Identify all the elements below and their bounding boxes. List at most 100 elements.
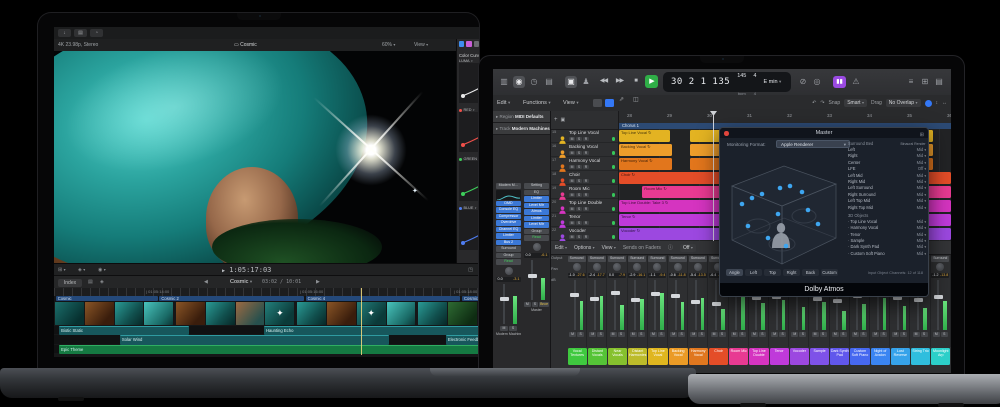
- channel-name-chip[interactable]: Harmony Vocal: [689, 348, 708, 365]
- solo-button[interactable]: S: [759, 332, 766, 337]
- add-track-button[interactable]: +: [554, 117, 558, 123]
- channel-name-chip[interactable]: Lost Reverse: [891, 348, 910, 365]
- lcd-display[interactable]: 30 2 1 135 145 bpm 4 4 E min ▾: [663, 72, 791, 92]
- input-monitor-dot[interactable]: [612, 137, 616, 141]
- m-button[interactable]: M: [569, 221, 575, 226]
- clip-thumbnail[interactable]: [206, 302, 235, 325]
- audio-clip[interactable]: Haunting Echo: [264, 326, 479, 335]
- solo-button[interactable]: S: [941, 332, 948, 337]
- track-header-21[interactable]: 21TenorMSR: [551, 213, 618, 227]
- forward-button[interactable]: ▶▶: [613, 75, 626, 88]
- audio-clip[interactable]: Epic Theme: [59, 345, 479, 354]
- solo-button[interactable]: S: [880, 332, 887, 337]
- solo-button[interactable]: S: [638, 332, 645, 337]
- output-chip[interactable]: Surround: [689, 256, 707, 262]
- region-top-line-vocal[interactable]: Top Line Vocal ↻: [619, 130, 670, 142]
- input-monitor-dot[interactable]: [612, 235, 616, 239]
- viewer-zoom-menu[interactable]: 60% ▾: [382, 39, 395, 51]
- plugin-slot[interactable]: Overdrive: [496, 220, 521, 226]
- automation-mode[interactable]: Read: [496, 259, 521, 265]
- clip-marker[interactable]: Cosmic: [56, 296, 158, 301]
- output-chip[interactable]: Surround: [628, 256, 646, 262]
- channel-name-chip[interactable]: Tenor: [770, 348, 789, 365]
- track-header-17[interactable]: 17Harmony VocalMSR: [551, 157, 618, 171]
- index-button[interactable]: Index: [58, 279, 82, 287]
- browsers-button[interactable]: ▤: [74, 29, 87, 37]
- plugin-slot[interactable]: Atmos: [524, 209, 549, 215]
- vertical-zoom-icon[interactable]: ↕: [936, 100, 939, 106]
- drag-menu[interactable]: No Overlap ▾: [886, 99, 921, 107]
- speaker-dot[interactable]: [766, 236, 771, 241]
- solo-button[interactable]: S: [900, 332, 907, 337]
- curve-graph[interactable]: [459, 210, 479, 250]
- channel-name-chip[interactable]: Near Vocals: [608, 348, 627, 365]
- group-slot[interactable]: Group: [524, 229, 549, 235]
- channel-name-chip[interactable]: Top Line Vocal: [648, 348, 667, 365]
- m-button[interactable]: M: [569, 165, 575, 170]
- mute-button[interactable]: M: [771, 332, 778, 337]
- m-button[interactable]: M: [569, 235, 575, 240]
- clip-marker[interactable]: Cosmic 6: [462, 296, 479, 301]
- menu-edit[interactable]: Edit ▾: [497, 95, 510, 111]
- speaker-dot[interactable]: [776, 212, 781, 217]
- clip-thumbnail[interactable]: ✦: [265, 302, 294, 325]
- track-header-20[interactable]: 20Top Line DoubleMSR: [551, 199, 618, 213]
- horizontal-zoom-icon[interactable]: ↔: [942, 100, 947, 106]
- solo-button[interactable]: S: [678, 332, 685, 337]
- channel-name-chip[interactable]: Dark Synth Pad: [830, 348, 849, 365]
- view-button-left[interactable]: Left: [745, 269, 762, 276]
- eq-thumbnail[interactable]: [496, 190, 521, 200]
- color-curve-blue[interactable]: BLUE▾: [457, 206, 479, 255]
- punch-icon[interactable]: ⊘: [797, 76, 809, 88]
- track-inspector-header[interactable]: ▸ Track Modern Machines: [493, 123, 550, 135]
- input-monitor-dot[interactable]: [612, 179, 616, 183]
- volume-fader[interactable]: [648, 279, 666, 331]
- r-button[interactable]: R: [583, 221, 589, 226]
- mute-button[interactable]: M: [852, 332, 859, 337]
- close-icon[interactable]: [724, 131, 729, 136]
- volume-fader[interactable]: [669, 279, 687, 331]
- fullscreen-icon[interactable]: ◳: [468, 267, 473, 273]
- solo-button[interactable]: S: [618, 332, 625, 337]
- solo-button[interactable]: S: [658, 332, 665, 337]
- view-button-custom[interactable]: Custom: [821, 269, 838, 276]
- transform-menu[interactable]: ⊞ ▾: [58, 267, 66, 273]
- r-button[interactable]: R: [583, 179, 589, 184]
- channel-name-chip[interactable]: Sample: [810, 348, 829, 365]
- pan-knob[interactable]: [936, 263, 944, 271]
- automation-mode[interactable]: Read: [524, 235, 549, 241]
- curve-graph[interactable]: [459, 161, 479, 201]
- s-button[interactable]: S: [576, 151, 582, 156]
- info-inspector-icon[interactable]: [474, 41, 479, 47]
- mixer-menu-edit[interactable]: Edit ▾: [555, 245, 567, 251]
- volume-fader[interactable]: [588, 279, 606, 331]
- channel-name-chip[interactable]: Distant Vocals: [588, 348, 607, 365]
- r-button[interactable]: R: [583, 137, 589, 142]
- input-monitor-dot[interactable]: [612, 151, 616, 155]
- curve-graph[interactable]: [459, 63, 479, 103]
- volume-fader[interactable]: [608, 279, 626, 331]
- clip-thumbnail[interactable]: [55, 302, 84, 325]
- atmos-titlebar[interactable]: Master ⊞: [720, 128, 928, 138]
- pan-knob[interactable]: [593, 263, 601, 271]
- m-button[interactable]: M: [569, 207, 575, 212]
- pan-knob[interactable]: [533, 243, 541, 251]
- mute-button[interactable]: M: [812, 332, 819, 337]
- view-button-back[interactable]: Back: [802, 269, 819, 276]
- channel-name-chip[interactable]: Custom Soft Piano: [850, 348, 869, 365]
- output-chip[interactable]: Surround: [931, 256, 949, 262]
- appearance-icon[interactable]: ▤: [88, 279, 93, 285]
- channel-name-chip[interactable]: Moonlight Arp: [931, 348, 950, 365]
- speaker-dot[interactable]: [784, 244, 789, 249]
- output-slot[interactable]: Surround: [496, 246, 521, 252]
- speaker-dot[interactable]: [760, 192, 765, 197]
- plugin-badge-icon[interactable]: ▮▮: [833, 76, 846, 88]
- plugin-slot[interactable]: Level Mtr: [524, 222, 549, 228]
- pan-knob[interactable]: [505, 267, 513, 275]
- effects-menu[interactable]: ◈ ▾: [78, 267, 85, 273]
- plugin-slot[interactable]: Limiter: [524, 216, 549, 222]
- m-button[interactable]: M: [569, 137, 575, 142]
- track-header-19[interactable]: 19Room MicMSR: [551, 185, 618, 199]
- color-curve-green[interactable]: GREEN▾: [457, 157, 479, 206]
- solo-button[interactable]: S: [799, 332, 806, 337]
